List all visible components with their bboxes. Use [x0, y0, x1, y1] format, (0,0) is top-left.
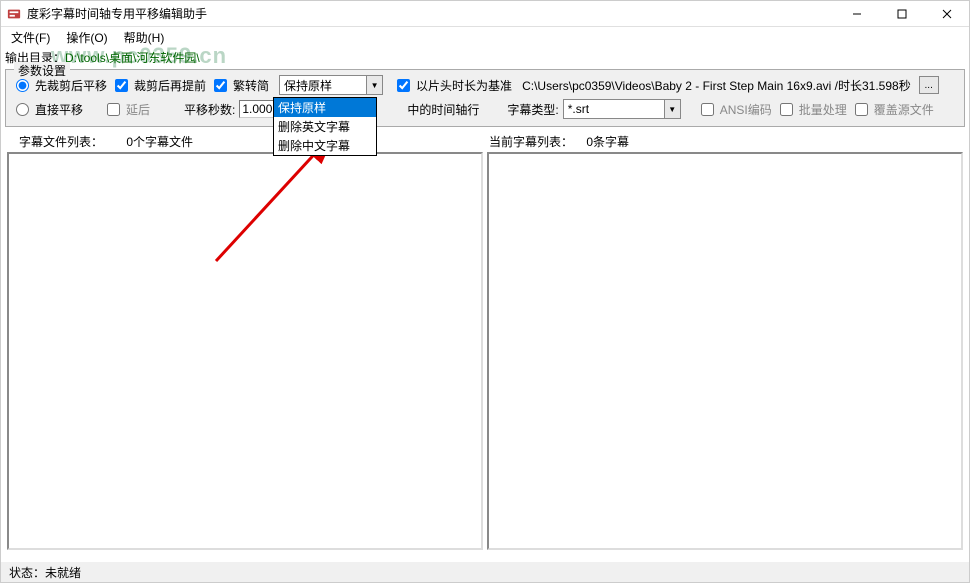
right-list-count: 0条字幕: [586, 135, 629, 149]
left-list-header: 字幕文件列表： 0个字幕文件: [19, 133, 489, 150]
subtitle-type-label: 字幕类型:: [507, 101, 558, 118]
chevron-down-icon: ▼: [664, 100, 680, 118]
shift-seconds-label: 平移秒数:: [184, 101, 235, 118]
check-overwrite-label: 覆盖源文件: [874, 101, 934, 118]
status-label: 状态：: [9, 564, 45, 581]
file-info: C:\Users\pc0359\Videos\Baby 2 - First St…: [522, 77, 911, 94]
check-trad-simp[interactable]: [214, 79, 227, 92]
check-ansi[interactable]: [701, 103, 714, 116]
right-list-label: 当前字幕列表：: [489, 135, 573, 149]
check-trad-simp-label: 繁转简: [233, 77, 269, 94]
combo-subtitle-type[interactable]: *.srt ▼: [563, 99, 681, 119]
params-panel: 参数设置 先裁剪后平移 裁剪后再提前 繁转简 保持原样 ▼ 以片头时长为基准 C…: [5, 69, 965, 127]
dropdown-keep-mode-list: 保持原样 删除英文字幕 删除中文字幕: [273, 97, 377, 156]
radio-trim-first[interactable]: [16, 79, 29, 92]
menu-file[interactable]: 文件(F): [5, 27, 56, 48]
params-legend: 参数设置: [14, 62, 70, 79]
left-list-label: 字幕文件列表：: [19, 135, 103, 149]
check-trim-front[interactable]: [115, 79, 128, 92]
window-title: 度彩字幕时间轴专用平移编辑助手: [27, 5, 834, 22]
output-path: D:\tools\桌面\河东软件园\: [65, 49, 200, 66]
menu-operation[interactable]: 操作(O): [60, 27, 113, 48]
close-button[interactable]: [924, 1, 969, 26]
combo-subtitle-text: *.srt: [564, 102, 664, 116]
radio-direct-label: 直接平移: [35, 101, 83, 118]
browse-button[interactable]: ...: [919, 76, 939, 94]
check-ansi-label: ANSI编码: [720, 101, 772, 118]
list-header-row: 字幕文件列表： 0个字幕文件 当前字幕列表： 0条字幕: [1, 129, 969, 152]
menubar: 文件(F) 操作(O) 帮助(H): [1, 27, 969, 47]
titlebar: 度彩字幕时间轴专用平移编辑助手: [1, 1, 969, 27]
menu-help[interactable]: 帮助(H): [118, 27, 171, 48]
dropdown-item-keep[interactable]: 保持原样: [274, 98, 376, 117]
dropdown-item-del-cn[interactable]: 删除中文字幕: [274, 136, 376, 155]
current-subtitle-list[interactable]: [487, 152, 963, 550]
check-overwrite[interactable]: [855, 103, 868, 116]
chevron-down-icon: ▼: [366, 76, 382, 94]
radio-trim-first-label: 先裁剪后平移: [35, 77, 107, 94]
maximize-button[interactable]: [879, 1, 924, 26]
param-row-2: 直接平移 延后 平移秒数: 中的时间轴行 字幕类型: *.srt ▼ ANSI编…: [12, 98, 958, 120]
middle-timeline-text: 中的时间轴行: [407, 101, 479, 118]
check-use-header-label: 以片头时长为基准: [416, 77, 512, 94]
radio-direct[interactable]: [16, 103, 29, 116]
check-trim-front-label: 裁剪后再提前: [134, 77, 206, 94]
combo-keep-mode[interactable]: 保持原样 ▼: [279, 75, 383, 95]
status-text: 未就绪: [45, 564, 81, 581]
subtitle-file-list[interactable]: [7, 152, 483, 550]
right-list-header: 当前字幕列表： 0条字幕: [489, 133, 961, 150]
left-list-count: 0个字幕文件: [126, 135, 193, 149]
output-row: 输出目录： D:\tools\桌面\河东软件园\: [1, 47, 969, 67]
check-delay-label: 延后: [126, 101, 150, 118]
check-use-header[interactable]: [397, 79, 410, 92]
app-icon: [7, 7, 21, 21]
combo-keep-text: 保持原样: [280, 77, 366, 94]
window-controls: [834, 1, 969, 26]
param-row-1: 先裁剪后平移 裁剪后再提前 繁转简 保持原样 ▼ 以片头时长为基准 C:\Use…: [12, 74, 958, 96]
dropdown-item-del-en[interactable]: 删除英文字幕: [274, 117, 376, 136]
check-batch-label: 批量处理: [799, 101, 847, 118]
check-delay[interactable]: [107, 103, 120, 116]
list-area: [5, 152, 965, 550]
minimize-button[interactable]: [834, 1, 879, 26]
check-batch[interactable]: [780, 103, 793, 116]
status-bar: 状态： 未就绪: [1, 562, 969, 582]
